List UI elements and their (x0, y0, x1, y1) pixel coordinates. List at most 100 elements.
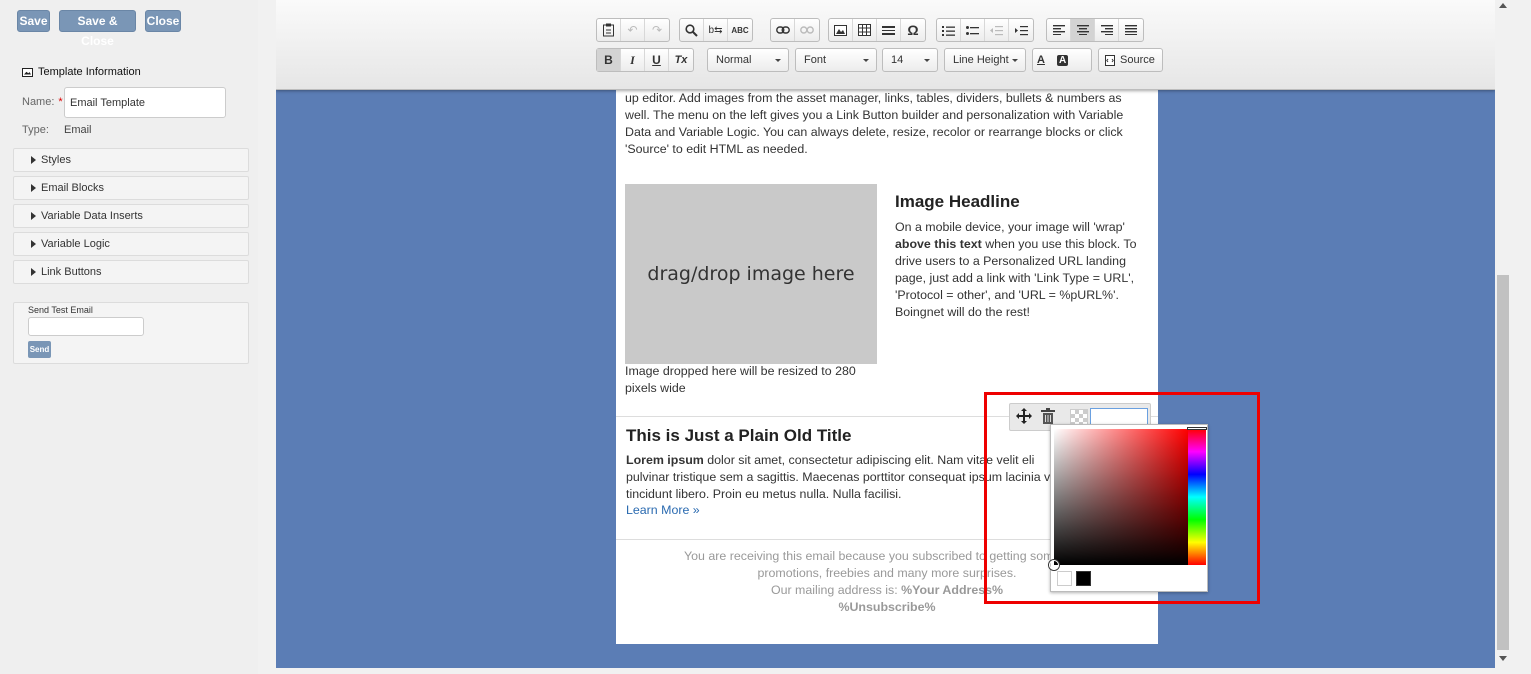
save-button[interactable]: Save (17, 10, 50, 32)
numbered-list-icon[interactable] (937, 19, 961, 41)
accordion-label: Variable Logic (41, 238, 110, 250)
font-value: Font (804, 54, 827, 66)
scroll-thumb[interactable] (1497, 275, 1509, 650)
hue-slider-handle[interactable] (1187, 427, 1207, 430)
horizontal-rule-icon[interactable] (877, 19, 901, 41)
indent-icon[interactable] (1009, 19, 1033, 41)
accordion-variable-data-inserts[interactable]: Variable Data Inserts (13, 204, 249, 228)
find-icon[interactable] (680, 19, 704, 41)
palette-swatch-black[interactable] (1076, 571, 1091, 586)
name-label-wrap: Name: * (22, 96, 63, 108)
expand-triangle-icon (31, 184, 36, 192)
color-picker (1049, 424, 1208, 592)
replace-icon[interactable]: b⇆ (704, 19, 728, 41)
list-group (936, 18, 1034, 42)
table-icon[interactable] (853, 19, 877, 41)
email-canvas: ↶ ↷ b⇆ ABC Ω B I U Tx Normal Font 14 Lin… (276, 0, 1495, 668)
format-dropdown[interactable]: Normal (707, 48, 789, 72)
image-drop-zone[interactable]: drag/drop image here (625, 184, 877, 364)
plain-title[interactable]: This is Just a Plain Old Title (626, 426, 851, 446)
save-close-button[interactable]: Save & Close (59, 10, 136, 48)
move-icon[interactable] (1016, 408, 1032, 424)
footer-unsubscribe: %Unsubscribe% (838, 600, 936, 614)
saturation-value-area[interactable] (1049, 429, 1188, 570)
chevron-down-icon (775, 59, 781, 62)
line-height-dropdown[interactable]: Line Height (944, 48, 1026, 72)
clear-format-button[interactable]: Tx (669, 49, 693, 71)
align-right-icon[interactable] (1095, 19, 1119, 41)
type-label: Type: (22, 124, 49, 136)
test-email-input[interactable] (28, 317, 144, 336)
clipboard-history-group: ↶ ↷ (596, 18, 670, 42)
font-dropdown[interactable]: Font (795, 48, 877, 72)
source-label: Source (1120, 54, 1155, 66)
send-test-button[interactable]: Send (28, 341, 51, 358)
expand-triangle-icon (31, 212, 36, 220)
text-color-button[interactable]: A (1037, 54, 1045, 66)
bold-button[interactable]: B (597, 49, 621, 71)
palette-swatch-white[interactable] (1057, 571, 1072, 586)
redo-icon[interactable]: ↷ (645, 19, 669, 41)
learn-more-link[interactable]: Learn More » (626, 503, 700, 517)
italic-button[interactable]: I (621, 49, 645, 71)
background-color-button[interactable]: A (1056, 54, 1069, 66)
underline-button[interactable]: U (645, 49, 669, 71)
paste-text-icon[interactable] (597, 19, 621, 41)
page-scrollbar[interactable] (1495, 0, 1511, 668)
source-icon (1105, 54, 1115, 66)
link-group (770, 18, 820, 42)
template-information-title: Template Information (38, 66, 141, 78)
align-center-icon[interactable] (1071, 19, 1095, 41)
text-style-group: B I U Tx (596, 48, 694, 72)
source-button[interactable]: Source (1098, 48, 1163, 72)
image-block-text[interactable]: On a mobile device, your image will 'wra… (895, 219, 1150, 321)
hue-slider[interactable] (1187, 427, 1207, 565)
align-left-icon[interactable] (1047, 19, 1071, 41)
accordion-styles[interactable]: Styles (13, 148, 249, 172)
bulleted-list-icon[interactable] (961, 19, 985, 41)
trash-icon[interactable] (1041, 408, 1055, 424)
unlink-icon[interactable] (795, 19, 819, 41)
expand-triangle-icon (31, 268, 36, 276)
image-icon[interactable] (829, 19, 853, 41)
template-information-heading: Template Information (22, 66, 141, 78)
plain-text-bold: Lorem ipsum (626, 453, 704, 467)
undo-icon[interactable]: ↶ (621, 19, 645, 41)
justify-icon[interactable] (1119, 19, 1143, 41)
font-size-value: 14 (891, 54, 904, 66)
footer-address-value: %Your Address% (901, 583, 1004, 597)
accordion-label: Styles (41, 154, 71, 166)
plain-text[interactable]: Lorem ipsum dolor sit amet, consectetur … (626, 452, 1076, 503)
find-group: b⇆ ABC (679, 18, 753, 42)
accordion-variable-logic[interactable]: Variable Logic (13, 232, 249, 256)
line-height-value: Line Height (953, 54, 1009, 66)
accordion-email-blocks[interactable]: Email Blocks (13, 176, 249, 200)
accordion-link-buttons[interactable]: Link Buttons (13, 260, 249, 284)
color-group: A A (1032, 48, 1092, 72)
editor-toolbar: ↶ ↷ b⇆ ABC Ω B I U Tx Normal Font 14 Lin… (276, 0, 1495, 90)
required-marker: * (58, 96, 63, 108)
accordion-label: Link Buttons (41, 266, 102, 278)
spellcheck-icon[interactable]: ABC (728, 19, 752, 41)
name-label: Name: (22, 96, 55, 108)
close-button[interactable]: Close (145, 10, 181, 32)
left-sidebar: Save Save & Close Close Template Informa… (0, 0, 258, 674)
image-headline[interactable]: Image Headline (895, 192, 1020, 212)
format-value: Normal (716, 54, 752, 66)
scroll-down-arrow-icon[interactable] (1499, 656, 1507, 661)
link-icon[interactable] (771, 19, 795, 41)
color-swatch-preview[interactable] (1070, 409, 1088, 425)
image-caption[interactable]: Image dropped here will be resized to 28… (625, 363, 875, 397)
scroll-up-arrow-icon[interactable] (1499, 3, 1507, 8)
font-size-dropdown[interactable]: 14 (882, 48, 938, 72)
expand-triangle-icon (31, 156, 36, 164)
template-name-input[interactable] (64, 87, 226, 118)
special-char-icon[interactable]: Ω (901, 19, 925, 41)
accordion-label: Variable Data Inserts (41, 210, 143, 222)
chevron-down-icon (863, 59, 869, 62)
intro-text[interactable]: up editor. Add images from the asset man… (625, 90, 1149, 158)
outdent-icon[interactable] (985, 19, 1009, 41)
color-selector-handle[interactable] (1049, 560, 1059, 570)
send-test-email-label: Send Test Email (28, 305, 93, 315)
accordion-label: Email Blocks (41, 182, 104, 194)
